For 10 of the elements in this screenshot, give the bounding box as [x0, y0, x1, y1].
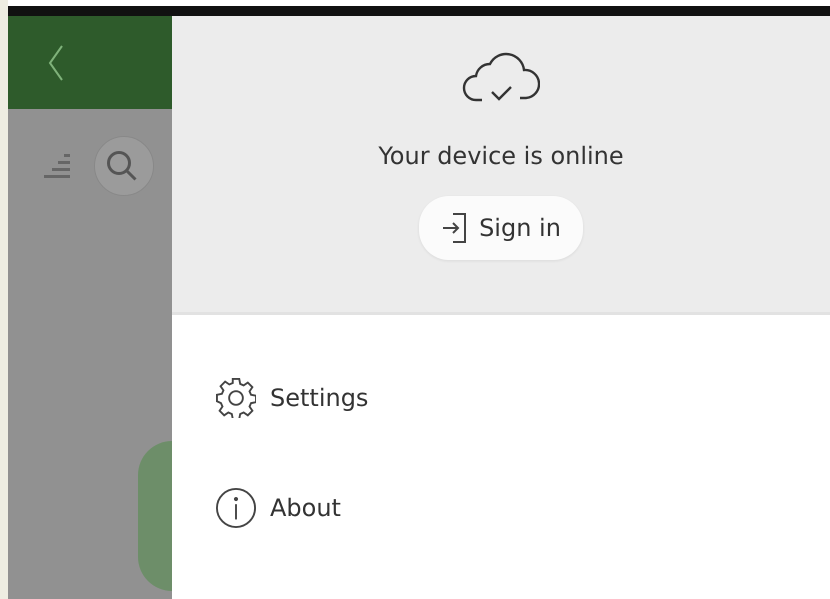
search-icon [107, 151, 137, 181]
gear-icon [216, 378, 256, 418]
menu-item[interactable]: Settings [172, 343, 830, 453]
info-icon [216, 488, 256, 528]
back-icon[interactable] [48, 44, 64, 82]
sign-in-button[interactable]: Sign in [419, 196, 583, 260]
sort-icon[interactable] [44, 154, 70, 178]
status-text: Your device is online [378, 142, 624, 170]
cloud-check-icon [462, 50, 540, 104]
menu-item[interactable]: About [172, 453, 830, 563]
